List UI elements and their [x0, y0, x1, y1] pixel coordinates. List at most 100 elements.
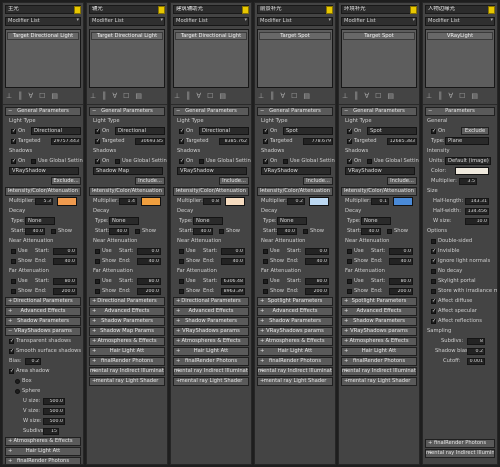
near-use-checkbox[interactable]	[347, 249, 352, 254]
show-end-result-icon[interactable]: ║	[270, 92, 275, 100]
stack-item[interactable]: Target Spot	[343, 32, 415, 40]
vray-subdivs-field[interactable]: 8	[467, 338, 485, 345]
rollout-6[interactable]: + Hair Light Att	[173, 347, 249, 356]
make-unique-icon[interactable]: ∀	[364, 92, 370, 100]
modifier-stack[interactable]: Target Directional Light	[89, 29, 165, 88]
rollout-3[interactable]: + Shadow Parameters	[89, 317, 165, 326]
near-show-checkbox[interactable]	[179, 259, 184, 264]
rollout-8[interactable]: + mental ray Indirect Illumination	[173, 367, 249, 376]
modifier-list-dropdown[interactable]: Modifier List ▾	[173, 17, 249, 26]
object-color-swatch[interactable]	[74, 6, 81, 14]
option-checkbox-7[interactable]: ✓	[431, 299, 436, 304]
shadows-on-checkbox[interactable]: ✓	[11, 159, 16, 164]
far-end-field[interactable]: 200.0	[305, 288, 329, 295]
near-use-checkbox[interactable]	[263, 249, 268, 254]
near-start-field[interactable]: 0.0	[137, 248, 161, 255]
option-checkbox-4[interactable]	[431, 269, 436, 274]
rollout-2[interactable]: + Advanced Effects	[257, 307, 333, 316]
rollout-2[interactable]: + Advanced Effects	[341, 307, 417, 316]
shadows-on-checkbox[interactable]: ✓	[263, 159, 268, 164]
object-color-swatch[interactable]	[158, 6, 165, 14]
decay-type-dropdown[interactable]: None	[361, 217, 391, 225]
decay-type-dropdown[interactable]: None	[277, 217, 307, 225]
rollout-1[interactable]: + Directional Parameters	[5, 297, 81, 306]
configure-sets-icon[interactable]: ▤	[219, 92, 227, 100]
rollout-2[interactable]: + Advanced Effects	[5, 307, 81, 316]
far-start-field[interactable]: 80.0	[137, 278, 161, 285]
light-type-dropdown[interactable]: Directional	[31, 127, 81, 135]
rollout-1[interactable]: + Spotlight Parameters	[257, 297, 333, 306]
show-end-result-icon[interactable]: ║	[354, 92, 359, 100]
general-parameters-rollout[interactable]: − General Parameters	[89, 107, 165, 116]
modifier-list-dropdown[interactable]: Modifier List ▾	[425, 17, 495, 26]
far-end-field[interactable]: 200.0	[389, 288, 413, 295]
half-width-field[interactable]: 134.456	[465, 208, 489, 215]
option-checkbox-6[interactable]	[431, 289, 436, 294]
vray-parameters-rollout[interactable]: − Parameters	[425, 107, 495, 116]
object-color-swatch[interactable]	[488, 6, 495, 14]
shadow-type-dropdown[interactable]: Shadow Map	[93, 167, 163, 175]
stack-item[interactable]: Target Directional Light	[91, 32, 163, 40]
object-name-field[interactable]: 建筑辅助光	[173, 5, 249, 14]
general-parameters-rollout[interactable]: − General Parameters	[257, 107, 333, 116]
targeted-checkbox[interactable]: ✓	[95, 139, 100, 144]
far-use-checkbox[interactable]	[347, 279, 352, 284]
shadow-type-dropdown[interactable]: VRayShadow	[345, 167, 415, 175]
rollout-1[interactable]: + Spotlight Parameters	[341, 297, 417, 306]
light-type-dropdown[interactable]: Spot	[283, 127, 333, 135]
remove-modifier-icon[interactable]: ☐	[375, 92, 382, 100]
modifier-list-dropdown[interactable]: Modifier List ▾	[341, 17, 417, 26]
multiplier-field[interactable]: 0.8	[203, 198, 221, 205]
intensity-rollout[interactable]: − Intensity/Color/Attenuation	[341, 187, 417, 196]
near-start-field[interactable]: 0.0	[389, 248, 413, 255]
far-use-checkbox[interactable]	[263, 279, 268, 284]
near-show-checkbox[interactable]	[95, 259, 100, 264]
configure-sets-icon[interactable]: ▤	[51, 92, 59, 100]
modifier-stack[interactable]: Target Directional Light	[5, 29, 81, 88]
modifier-stack[interactable]: VRayLight	[425, 29, 495, 88]
rollout-4[interactable]: − VRayShadows params	[5, 327, 81, 336]
decay-show-checkbox[interactable]	[387, 229, 392, 234]
vray-multiplier-field[interactable]: 3.5	[459, 178, 477, 185]
show-end-result-icon[interactable]: ║	[102, 92, 107, 100]
exclude-button[interactable]: Include...	[387, 177, 417, 185]
modifier-stack[interactable]: Target Spot	[257, 29, 333, 88]
use-global-settings-checkbox[interactable]	[367, 159, 372, 164]
decay-start-field[interactable]: 40.0	[25, 228, 45, 235]
modifier-stack[interactable]: Target Directional Light	[173, 29, 249, 88]
bottom-rollout-1[interactable]: + Atmospheres & Effects	[5, 437, 81, 446]
pin-stack-icon[interactable]: ⊥	[174, 92, 181, 100]
object-color-swatch[interactable]	[410, 6, 417, 14]
rollout-7[interactable]: + finalRender Photons	[257, 357, 333, 366]
rollout-1[interactable]: + Directional Parameters	[173, 297, 249, 306]
area-shadow-checkbox[interactable]: ✓	[9, 369, 14, 374]
far-show-checkbox[interactable]	[11, 289, 16, 294]
targeted-checkbox[interactable]: ✓	[347, 139, 352, 144]
general-parameters-rollout[interactable]: − General Parameters	[341, 107, 417, 116]
light-color-swatch[interactable]	[393, 197, 413, 206]
near-start-field[interactable]: 0.0	[53, 248, 77, 255]
rollout-8[interactable]: + mental ray Indirect Illumination	[257, 367, 333, 376]
show-end-result-icon[interactable]: ║	[186, 92, 191, 100]
modifier-list-dropdown[interactable]: Modifier List ▾	[257, 17, 333, 26]
rollout-4[interactable]: + VRayShadows params	[257, 327, 333, 336]
w-size-field[interactable]: 10.0	[465, 218, 489, 225]
cutoff-field[interactable]: 0.001	[467, 358, 485, 365]
rollout-2[interactable]: + Advanced Effects	[173, 307, 249, 316]
target-distance-field[interactable]: 30693.85	[135, 138, 165, 145]
option-checkbox-9[interactable]: ✓	[431, 319, 436, 324]
rollout-2[interactable]: + Advanced Effects	[89, 307, 165, 316]
targeted-checkbox[interactable]: ✓	[11, 139, 16, 144]
decay-show-checkbox[interactable]	[303, 229, 308, 234]
shadow-type-dropdown[interactable]: VRayShadow	[9, 167, 79, 175]
near-start-field[interactable]: 0.0	[305, 248, 329, 255]
object-name-field[interactable]: 人物边缘光	[425, 5, 495, 14]
general-parameters-rollout[interactable]: − General Parameters	[5, 107, 81, 116]
half-length-field[interactable]: 143.31	[465, 198, 489, 205]
near-use-checkbox[interactable]	[179, 249, 184, 254]
shadow-type-dropdown[interactable]: VRayShadow	[261, 167, 331, 175]
make-unique-icon[interactable]: ∀	[112, 92, 118, 100]
far-show-checkbox[interactable]	[179, 289, 184, 294]
far-show-checkbox[interactable]	[95, 289, 100, 294]
decay-start-field[interactable]: 40.0	[193, 228, 213, 235]
